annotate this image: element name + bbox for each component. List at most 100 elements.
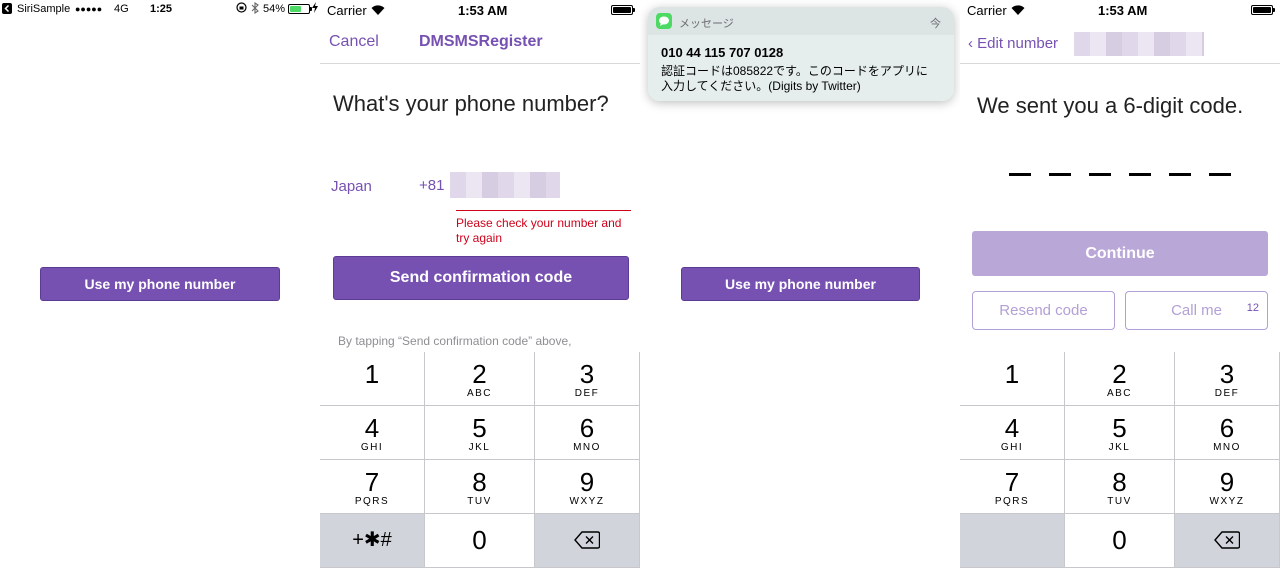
key-letters: JKL: [1108, 442, 1131, 453]
error-message: Please check your number and try again: [456, 216, 622, 245]
key-7[interactable]: 7 PQRS: [960, 460, 1065, 514]
key-3[interactable]: 3 DEF: [1175, 352, 1280, 406]
call-countdown: 12: [1246, 302, 1259, 314]
back-to-app-icon[interactable]: [2, 3, 12, 17]
key-digit: 1: [364, 359, 380, 389]
key-4[interactable]: 4 GHI: [960, 406, 1065, 460]
key-letters: GHI: [1000, 442, 1024, 453]
key-letters: MNO: [573, 442, 601, 453]
sms-notification-banner[interactable]: メッセージ 今 010 44 115 707 0128 認証コードは085822…: [648, 7, 954, 101]
numeric-keypad: 1 2 ABC 3 DEF 4 GHI 5 JKL 6 MNO 7 PQRS 8 TUV 9 WXYZ +✱# 0: [320, 352, 640, 568]
backspace-icon: [535, 514, 639, 554]
code-digit-slot: [1049, 173, 1071, 176]
key-letters: GHI: [360, 442, 384, 453]
key-letters: ABC: [1106, 388, 1133, 399]
screen-code-entry: Carrier 1:53 AM ‹ Edit number We sent yo…: [960, 0, 1280, 568]
cancel-button[interactable]: Cancel: [329, 33, 379, 51]
key-4[interactable]: 4 GHI: [320, 406, 425, 460]
screen-sms-notification: メッセージ 今 010 44 115 707 0128 認証コードは085822…: [640, 0, 960, 568]
back-app-name[interactable]: SiriSample: [17, 3, 70, 15]
key-letters: PQRS: [354, 496, 390, 507]
use-my-phone-number-button[interactable]: Use my phone number: [681, 267, 920, 301]
country-code: +81: [419, 177, 445, 194]
screen-siri-sample: SiriSample ●●●●● 4G 1:25 54% Use my phon…: [0, 0, 320, 568]
key-digit: 5: [472, 413, 487, 443]
resend-code-button[interactable]: Resend code: [972, 291, 1115, 330]
key-3[interactable]: 3 DEF: [535, 352, 640, 406]
continue-button[interactable]: Continue: [972, 231, 1268, 276]
key-digit: 5: [1112, 413, 1127, 443]
key-9[interactable]: 9 WXYZ: [1175, 460, 1280, 514]
edit-number-back-button[interactable]: ‹ Edit number: [968, 35, 1058, 52]
code-digit-slot: [1089, 173, 1111, 176]
wifi-icon: [371, 4, 385, 18]
delete-key[interactable]: [535, 514, 640, 568]
terms-disclaimer: By tapping “Send confirmation code” abov…: [338, 334, 572, 348]
status-time: 1:25: [150, 3, 173, 15]
key-digit: 1: [1004, 359, 1020, 389]
key-letters: WXYZ: [1209, 496, 1245, 507]
symbols-label: +✱#: [352, 529, 392, 551]
key-0[interactable]: 0: [425, 514, 535, 568]
use-my-phone-number-button[interactable]: Use my phone number: [40, 267, 280, 301]
key-letters: TUV: [1107, 496, 1132, 507]
messages-app-icon: [656, 13, 672, 34]
key-1[interactable]: 1: [960, 352, 1065, 406]
key-digit: 7: [364, 467, 380, 497]
backspace-icon: [1175, 514, 1279, 554]
call-me-button[interactable]: Call me 12: [1125, 291, 1268, 330]
charging-icon: [312, 2, 318, 16]
bluetooth-icon: [251, 1, 259, 17]
status-bar: Carrier 1:53 AM: [960, 0, 1280, 20]
key-6[interactable]: 6 MNO: [535, 406, 640, 460]
carrier-label: Carrier: [967, 3, 1007, 18]
nav-divider: [960, 63, 1280, 64]
country-selector[interactable]: Japan: [331, 178, 372, 195]
status-bar: Carrier 1:53 AM: [320, 0, 640, 20]
key-digit: 3: [1219, 359, 1235, 389]
delete-key[interactable]: [1175, 514, 1280, 568]
battery-percent: 54%: [263, 3, 286, 15]
notification-body-line2: 入力してください。(Digits by Twitter): [661, 79, 861, 93]
key-6[interactable]: 6 MNO: [1175, 406, 1280, 460]
key-8[interactable]: 8 TUV: [425, 460, 535, 514]
key-5[interactable]: 5 JKL: [1065, 406, 1175, 460]
key-digit: 9: [1219, 467, 1235, 497]
status-time: 1:53 AM: [458, 3, 508, 18]
code-digit-slot: [1169, 173, 1191, 176]
key-letters: ABC: [466, 388, 493, 399]
key-letters: PQRS: [994, 496, 1030, 507]
key-2[interactable]: 2 ABC: [1065, 352, 1175, 406]
notification-time: 今: [930, 18, 941, 30]
page-heading: What's your phone number?: [333, 91, 609, 116]
key-symbols[interactable]: [960, 514, 1065, 568]
screen-phone-entry: Carrier 1:53 AM Cancel DMSMSRegister Wha…: [320, 0, 640, 568]
key-7[interactable]: 7 PQRS: [320, 460, 425, 514]
key-digit: 0: [1112, 525, 1127, 555]
key-digit: 8: [472, 467, 487, 497]
key-2[interactable]: 2 ABC: [425, 352, 535, 406]
code-digit-slot: [1009, 173, 1031, 176]
key-9[interactable]: 9 WXYZ: [535, 460, 640, 514]
status-bar: SiriSample ●●●●● 4G 1:25 54%: [0, 0, 320, 20]
phone-number-input[interactable]: [450, 172, 560, 198]
status-time: 1:53 AM: [1098, 3, 1148, 18]
notification-sender: 010 44 115 707 0128: [661, 45, 784, 60]
code-digit-slot: [1209, 173, 1231, 176]
key-0[interactable]: 0: [1065, 514, 1175, 568]
page-heading: We sent you a 6-digit code.: [977, 93, 1244, 118]
key-digit: 9: [579, 467, 595, 497]
key-symbols[interactable]: +✱#: [320, 514, 425, 568]
numeric-keypad: 1 2 ABC 3 DEF 4 GHI 5 JKL 6 MNO 7 PQRS 8 TUV 9 WXYZ 0: [960, 352, 1280, 568]
key-letters: DEF: [574, 388, 600, 399]
key-digit: 0: [472, 525, 487, 555]
key-digit: 7: [1004, 467, 1020, 497]
key-5[interactable]: 5 JKL: [425, 406, 535, 460]
send-confirmation-code-button[interactable]: Send confirmation code: [333, 256, 629, 300]
key-8[interactable]: 8 TUV: [1065, 460, 1175, 514]
signal-strength: ●●●●●: [75, 4, 103, 14]
key-digit: 6: [579, 413, 595, 443]
key-digit: 6: [1219, 413, 1235, 443]
key-letters: MNO: [1213, 442, 1241, 453]
key-1[interactable]: 1: [320, 352, 425, 406]
